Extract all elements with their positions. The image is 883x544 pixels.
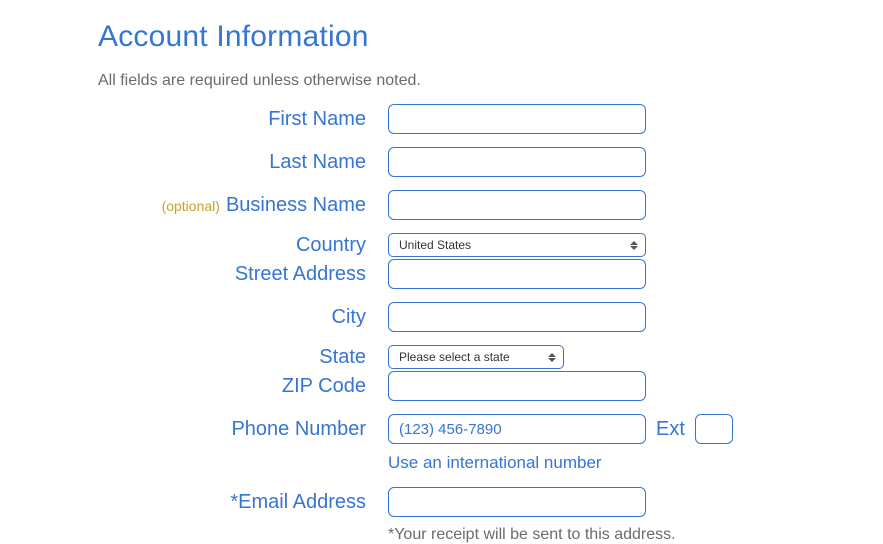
label-state: State [319,346,366,369]
row-last-name: Last Name [98,147,843,177]
ext-input[interactable] [695,414,733,444]
row-email: *Email Address [98,487,843,517]
page-title: Account Information [98,20,843,54]
required-note: All fields are required unless otherwise… [98,72,843,90]
label-email-address: *Email Address [230,491,366,514]
account-info-form: Account Information All fields are requi… [0,20,883,544]
row-business-name: (optional) Business Name [98,190,843,220]
label-first-name: First Name [268,108,366,131]
label-zip-code: ZIP Code [282,375,366,398]
last-name-input[interactable] [388,147,646,177]
business-name-input[interactable] [388,190,646,220]
zip-code-input[interactable] [388,371,646,401]
city-input[interactable] [388,302,646,332]
first-name-input[interactable] [388,104,646,134]
label-phone-number: Phone Number [231,418,366,441]
row-street-address: Street Address [98,259,843,289]
row-country: Country United States [98,233,843,257]
label-ext: Ext [656,418,685,441]
label-country: Country [296,234,366,257]
email-note: *Your receipt will be sent to this addre… [388,526,676,543]
label-street-address: Street Address [235,263,366,286]
email-address-input[interactable] [388,487,646,517]
row-zip-code: ZIP Code [98,371,843,401]
street-address-input[interactable] [388,259,646,289]
country-select[interactable]: United States [388,233,646,257]
row-phone: Phone Number Ext [98,414,843,444]
label-last-name: Last Name [269,151,366,174]
row-city: City [98,302,843,332]
label-city: City [332,306,366,329]
row-state: State Please select a state [98,345,843,369]
row-first-name: First Name [98,104,843,134]
row-intl-link: Use an international number [388,453,843,473]
state-select[interactable]: Please select a state [388,345,564,369]
international-number-link[interactable]: Use an international number [388,453,602,472]
phone-number-input[interactable] [388,414,646,444]
row-email-note: *Your receipt will be sent to this addre… [388,526,843,544]
label-business-name: Business Name [226,194,366,217]
optional-tag: (optional) [162,198,220,214]
